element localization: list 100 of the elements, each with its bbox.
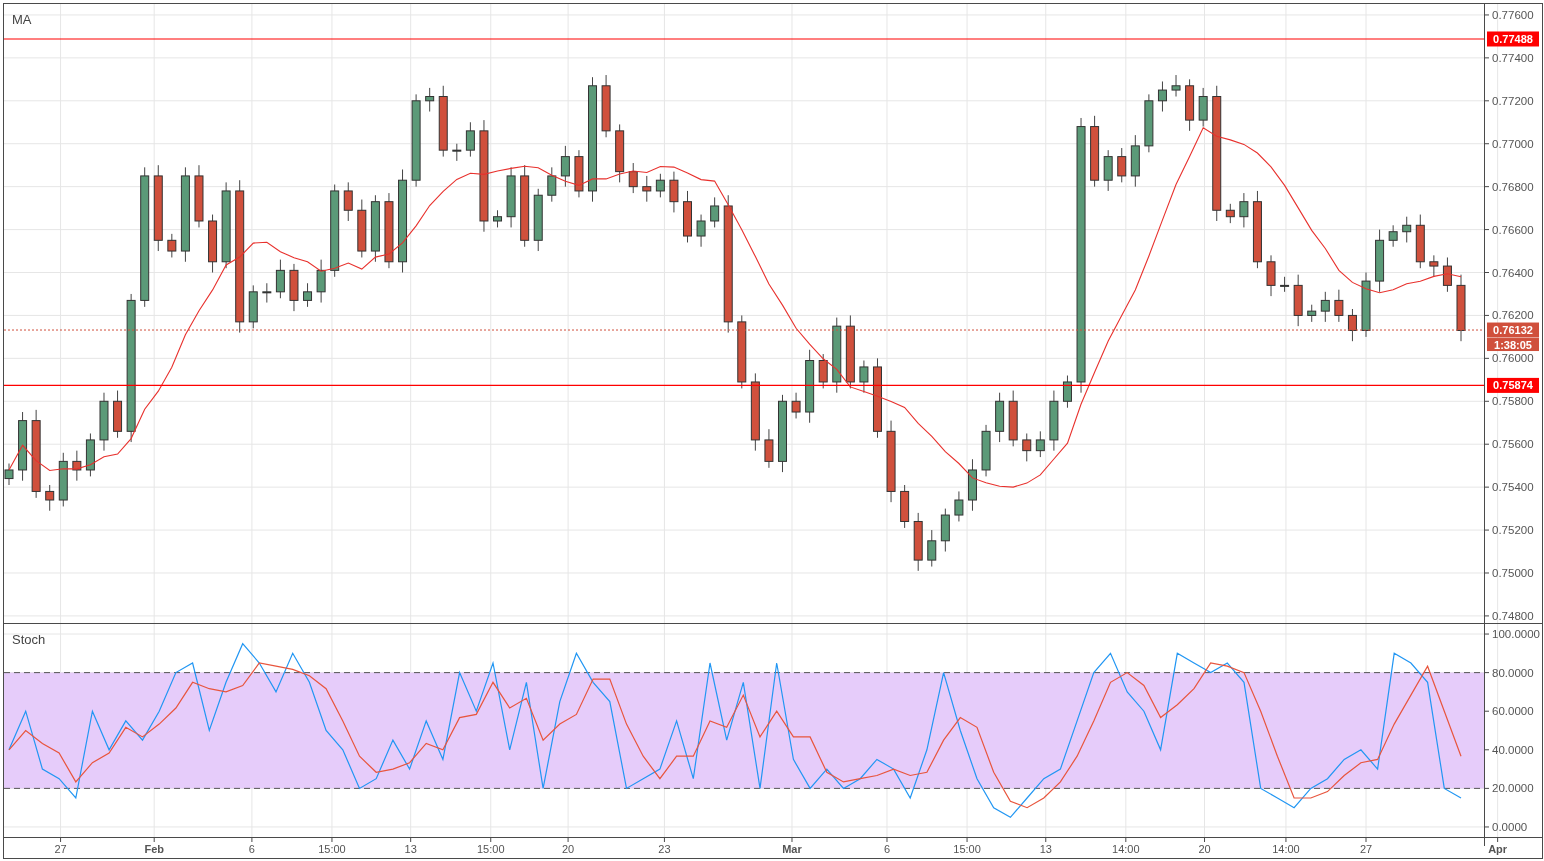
indicator-label: MA xyxy=(12,12,32,27)
candlestick xyxy=(1361,272,1371,338)
axis-label: 14:00 xyxy=(1112,843,1140,855)
axis-label: 0.75600 xyxy=(1492,438,1534,451)
candlestick xyxy=(1144,93,1154,153)
axis-label: 0.77200 xyxy=(1492,94,1534,107)
axis-label: 6 xyxy=(883,843,891,855)
candlestick xyxy=(1442,257,1452,293)
candlestick xyxy=(859,360,869,394)
candlestick xyxy=(696,214,706,248)
candlestick xyxy=(1049,390,1059,452)
candlestick xyxy=(1157,81,1167,113)
candlestick xyxy=(940,508,950,553)
candlestick xyxy=(1307,304,1317,323)
candlestick xyxy=(1117,147,1127,183)
axis-label: 60.0000 xyxy=(1492,705,1534,718)
candlestick xyxy=(1225,203,1235,224)
countdown-tag: 1:38:05 xyxy=(1487,338,1539,352)
candlestick xyxy=(1293,274,1303,327)
candlestick xyxy=(1280,276,1290,293)
candlestick xyxy=(1062,375,1072,409)
axis-label: 0.75000 xyxy=(1492,567,1534,579)
axis-label: 15:00 xyxy=(476,843,505,855)
axis-label: 23 xyxy=(658,843,671,855)
candlestick xyxy=(710,196,720,228)
candlestick xyxy=(1334,289,1344,323)
candlestick xyxy=(1035,430,1045,458)
candlestick xyxy=(1239,192,1249,228)
candlestick xyxy=(465,121,475,158)
candlestick xyxy=(968,458,977,512)
candlestick xyxy=(99,392,109,452)
axis-label: 0.76200 xyxy=(1492,309,1534,322)
price-tag: 0.75874 xyxy=(1487,377,1539,393)
candlestick xyxy=(1022,433,1032,462)
candlestick xyxy=(533,188,543,252)
axis-label: 0.75200 xyxy=(1492,524,1534,537)
axis-label: Apr xyxy=(1488,843,1508,855)
candlestick xyxy=(113,390,123,439)
candlestick xyxy=(628,162,638,194)
indicator-label: Stoch xyxy=(12,632,46,647)
candlestick xyxy=(85,433,95,477)
axis-label: 20.0000 xyxy=(1492,782,1534,795)
candlestick xyxy=(574,149,584,198)
axis-label: 27 xyxy=(1359,843,1373,855)
axis-label: 0.75800 xyxy=(1492,395,1534,408)
axis-label: 0.76800 xyxy=(1492,180,1534,193)
candlestick xyxy=(493,209,502,228)
candlestick xyxy=(1008,390,1018,447)
candlestick xyxy=(683,190,692,243)
axis-label: 20 xyxy=(1198,843,1211,855)
candlestick xyxy=(615,123,625,183)
candlestick xyxy=(303,282,313,308)
axis-label: 0.76600 xyxy=(1492,223,1534,236)
candlestick xyxy=(208,214,218,273)
axis-label: 27 xyxy=(54,843,67,855)
axis-label: 0.77400 xyxy=(1492,51,1534,64)
candlestick xyxy=(1429,254,1439,278)
axis-label: 80.0000 xyxy=(1492,666,1534,679)
candlestick xyxy=(1456,274,1466,342)
axis-label: 20 xyxy=(561,843,575,855)
candlestick xyxy=(669,171,679,213)
candlestick xyxy=(1415,214,1425,269)
candlestick xyxy=(425,87,435,113)
candlestick xyxy=(1171,74,1181,97)
candlestick xyxy=(764,428,774,469)
candlestick xyxy=(1266,254,1276,297)
candlestick xyxy=(1185,78,1195,132)
candlestick xyxy=(248,284,258,329)
candlestick xyxy=(45,484,55,512)
candlestick xyxy=(194,164,204,228)
axis-label: 40.0000 xyxy=(1492,743,1534,756)
price-tag: 0.77488 xyxy=(1487,31,1539,47)
axis-label: 15:00 xyxy=(318,843,346,855)
candlestick xyxy=(343,181,353,222)
axis-label: 0.76400 xyxy=(1492,266,1534,279)
axis-label: 0.0000 xyxy=(1492,820,1528,833)
candlestick xyxy=(1320,291,1330,323)
axis-label: Mar xyxy=(782,843,802,855)
axis-label: 6 xyxy=(248,843,255,855)
candlestick xyxy=(1388,224,1398,248)
axis-label: 0.75400 xyxy=(1492,481,1534,494)
candlestick xyxy=(506,166,516,228)
axis-label: 0.77000 xyxy=(1492,137,1534,150)
price-tag: 0.76132 xyxy=(1487,322,1539,338)
candlestick xyxy=(913,512,923,572)
candlestick xyxy=(927,529,937,568)
candlestick xyxy=(1198,87,1208,128)
candlestick xyxy=(1103,149,1113,192)
candlestick xyxy=(370,194,380,263)
candlestick xyxy=(452,143,462,162)
candlestick xyxy=(791,392,801,419)
candlestick xyxy=(167,233,177,258)
candlestick xyxy=(357,199,367,258)
axis-label: Feb xyxy=(144,843,164,855)
candlestick xyxy=(316,259,326,304)
axis-label: 0.74800 xyxy=(1492,609,1534,622)
candlestick xyxy=(655,173,665,198)
candlestick xyxy=(547,166,557,203)
candlestick xyxy=(995,392,1005,443)
axis-label: 15:00 xyxy=(953,843,981,855)
